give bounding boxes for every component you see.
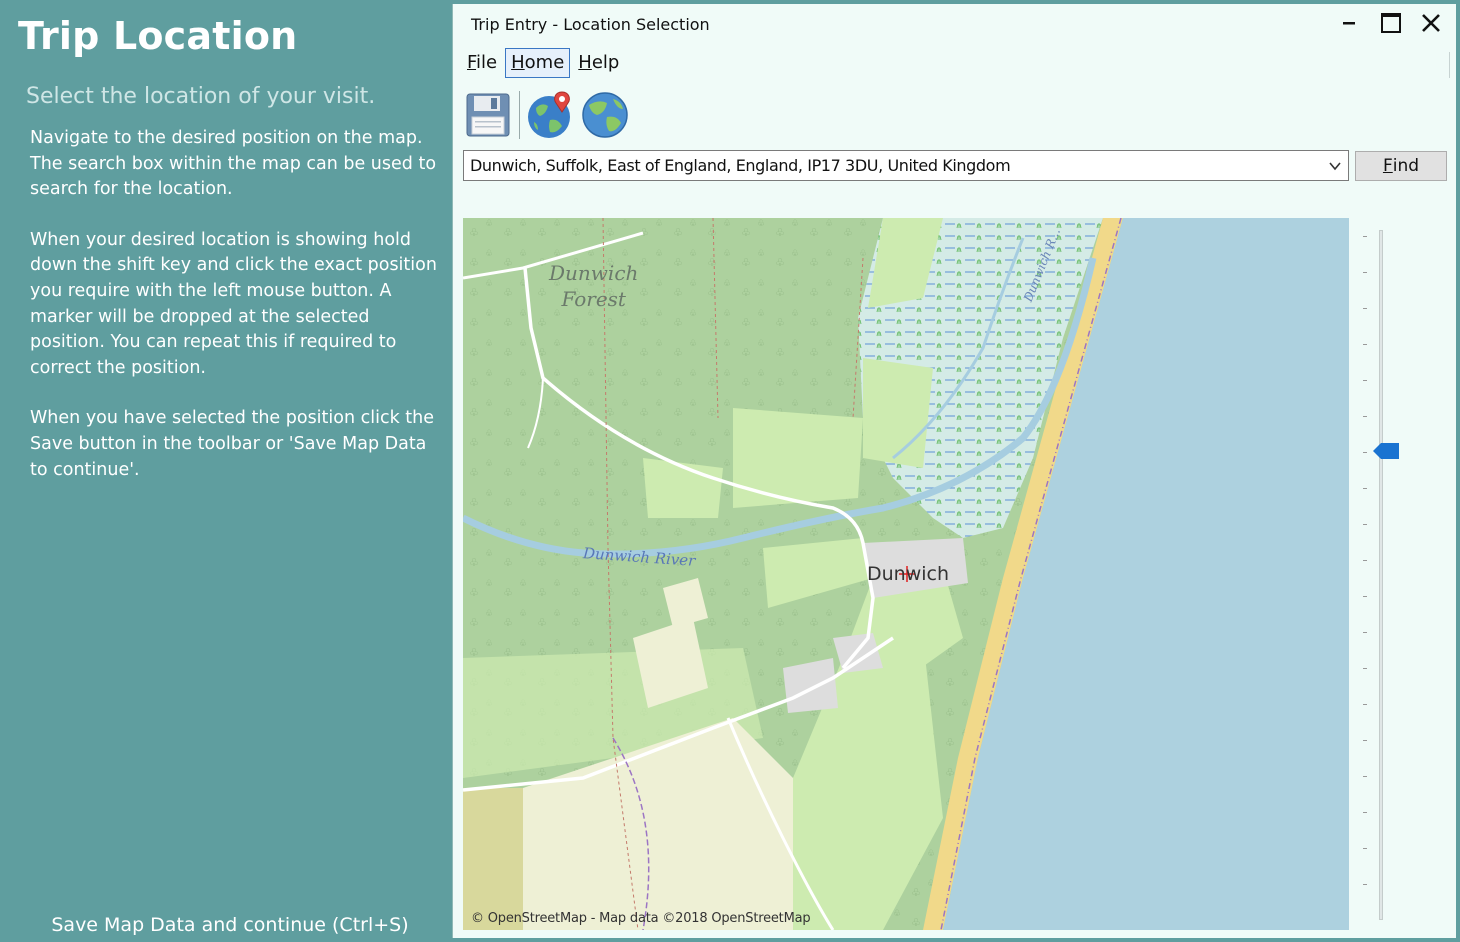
location-select-value: Dunwich, Suffolk, East of England, Engla…: [470, 156, 1011, 175]
menu-home-accel: H: [511, 52, 525, 73]
save-button[interactable]: [463, 90, 513, 140]
menu-file-rest: ile: [476, 52, 498, 73]
toolbar: [463, 88, 634, 142]
help-paragraph: When your desired location is showing ho…: [30, 229, 437, 378]
zoom-track[interactable]: [1379, 230, 1383, 920]
help-body: Navigate to the desired position on the …: [30, 126, 440, 508]
menu-help-accel: H: [578, 52, 592, 73]
zoom-tick: [1363, 776, 1367, 777]
zoom-slider[interactable]: [1353, 224, 1413, 924]
minimize-icon: [1343, 22, 1355, 25]
forest-label-line: Forest: [561, 287, 626, 311]
zoom-tick: [1363, 668, 1367, 669]
locate-button[interactable]: [526, 90, 576, 140]
help-paragraph: When you have selected the position clic…: [30, 408, 435, 480]
zoom-tick: [1363, 308, 1367, 309]
zoom-tick: [1363, 884, 1367, 885]
zoom-tick: [1363, 848, 1367, 849]
close-icon: [1422, 14, 1440, 32]
location-select[interactable]: Dunwich, Suffolk, East of England, Engla…: [463, 150, 1349, 181]
zoom-tick: [1363, 344, 1367, 345]
menu-file[interactable]: File: [461, 48, 503, 78]
globe-icon: [582, 92, 628, 138]
find-rest: ind: [1392, 156, 1420, 176]
zoom-tick: [1363, 704, 1367, 705]
zoom-thumb-icon: [1373, 443, 1399, 459]
map-view[interactable]: ♧ ♧: [463, 218, 1349, 930]
zoom-tick: [1363, 452, 1367, 453]
globe-pin-icon: [528, 91, 570, 138]
help-subtitle: Select the location of your visit.: [26, 84, 376, 109]
toolbar-separator: [519, 91, 520, 139]
chevron-down-icon: [1329, 162, 1341, 171]
maximize-button[interactable]: [1371, 8, 1411, 38]
zoom-tick: [1363, 596, 1367, 597]
find-accel: F: [1382, 156, 1393, 176]
window-title: Trip Entry - Location Selection: [471, 15, 710, 34]
menu-bar: File Home Help: [461, 48, 627, 78]
save-and-continue-link[interactable]: Save Map Data and continue (Ctrl+S): [4, 914, 456, 936]
zoom-tick: [1363, 488, 1367, 489]
menu-home[interactable]: Home: [505, 48, 571, 78]
globe-button[interactable]: [580, 90, 630, 140]
zoom-tick: [1363, 524, 1367, 525]
zoom-tick: [1363, 740, 1367, 741]
menu-divider: [1449, 52, 1450, 78]
zoom-thumb[interactable]: [1373, 443, 1399, 459]
map-attribution: © OpenStreetMap - Map data ©2018 OpenStr…: [471, 911, 811, 926]
location-selection-window: Trip Entry - Location Selection File Hom…: [452, 4, 1456, 938]
maximize-icon: [1381, 13, 1401, 33]
save-icon: [466, 93, 510, 137]
zoom-tick: [1363, 272, 1367, 273]
help-title: Trip Location: [18, 14, 298, 58]
zoom-tick: [1363, 380, 1367, 381]
close-button[interactable]: [1411, 8, 1451, 38]
minimize-button[interactable]: [1329, 8, 1369, 38]
town-label: Dunwich: [867, 563, 950, 585]
zoom-tick: [1363, 560, 1367, 561]
zoom-tick: [1363, 632, 1367, 633]
title-bar: Trip Entry - Location Selection: [453, 4, 1457, 42]
menu-help[interactable]: Help: [572, 48, 625, 78]
grass-field: [733, 408, 863, 508]
forest-label: Dunwich Forest: [549, 260, 638, 312]
help-paragraph: Navigate to the desired position on the …: [30, 128, 437, 200]
zoom-tick: [1363, 236, 1367, 237]
help-panel: Trip Location Select the location of you…: [0, 0, 452, 942]
zoom-tick: [1363, 416, 1367, 417]
menu-home-rest: ome: [524, 52, 565, 73]
menu-file-accel: F: [467, 52, 477, 73]
forest-label-line: Dunwich: [549, 261, 639, 285]
menu-help-rest: elp: [591, 52, 620, 73]
farmland: [463, 788, 523, 930]
grass-field: [863, 358, 933, 468]
find-button[interactable]: Find: [1355, 151, 1447, 181]
zoom-tick: [1363, 812, 1367, 813]
